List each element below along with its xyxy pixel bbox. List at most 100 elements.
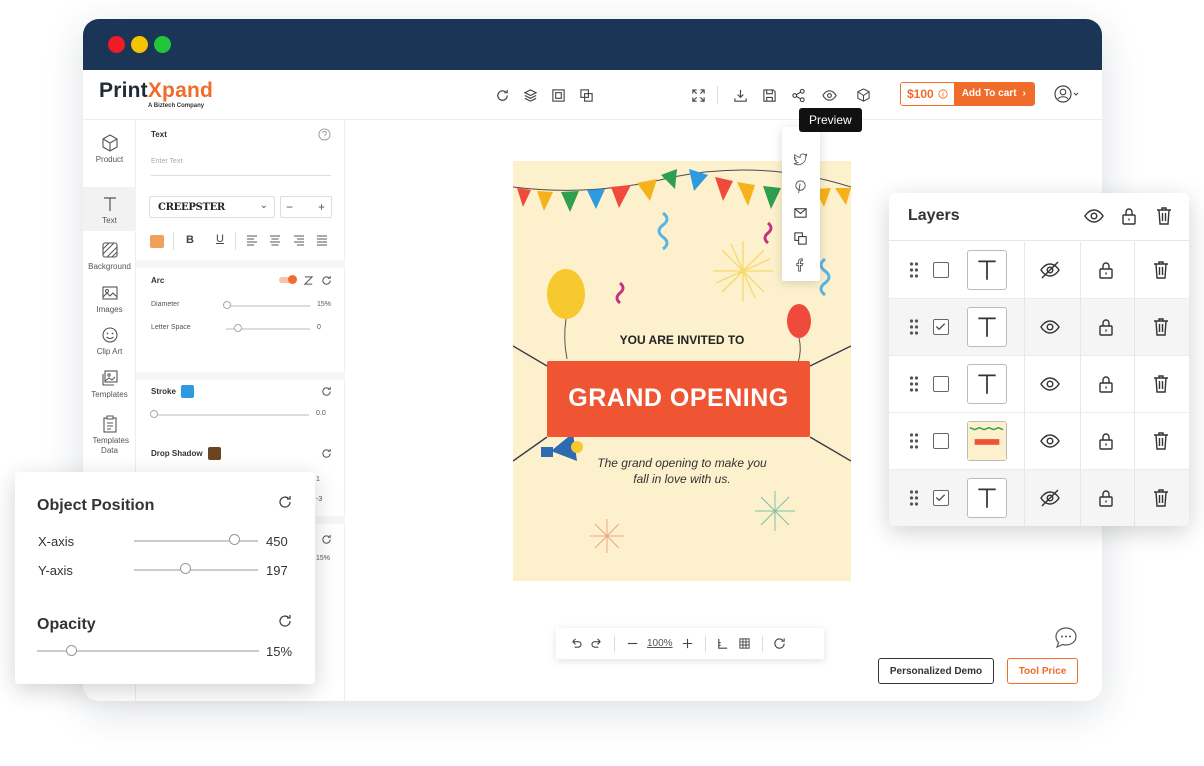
add-to-cart-button[interactable]: Add To cart › <box>953 83 1034 105</box>
zoom-level[interactable]: 100% <box>647 638 673 649</box>
facebook-icon[interactable] <box>793 257 808 272</box>
eye-icon[interactable] <box>1039 373 1061 395</box>
opacity-reset-icon[interactable] <box>321 534 332 545</box>
headline-text[interactable]: GRAND OPENING <box>547 384 810 413</box>
layer-checkbox[interactable] <box>933 262 949 278</box>
y-axis-slider-thumb[interactable] <box>180 563 191 574</box>
x-axis-slider-thumb[interactable] <box>229 534 240 545</box>
layer-row[interactable] <box>889 356 1189 413</box>
shadow-reset-icon[interactable] <box>321 448 332 459</box>
3d-view-icon[interactable] <box>853 85 873 105</box>
eye-icon[interactable] <box>1039 316 1061 338</box>
diameter-slider[interactable] <box>226 305 310 307</box>
layer-checkbox[interactable] <box>933 319 949 335</box>
underline-icon[interactable]: U <box>216 233 224 245</box>
drag-handle-icon[interactable] <box>909 432 919 450</box>
fullscreen-icon[interactable] <box>688 85 708 105</box>
stroke-color-swatch[interactable] <box>181 385 194 398</box>
opacity-slider-thumb[interactable] <box>66 645 77 656</box>
subtext-line-2[interactable]: fall in love with us. <box>513 472 851 486</box>
reset-view-icon[interactable] <box>769 633 791 655</box>
sidebar-item-clip-art[interactable]: Clip Art <box>83 326 136 360</box>
tool-price-button[interactable]: Tool Price <box>1007 658 1078 684</box>
opacity-reset-icon[interactable] <box>277 613 293 629</box>
y-axis-slider[interactable] <box>134 569 258 571</box>
font-size-stepper[interactable]: − + <box>280 196 332 218</box>
undo-icon[interactable] <box>564 633 586 655</box>
align-right-icon[interactable] <box>293 234 305 246</box>
stroke-slider-thumb[interactable] <box>150 410 158 418</box>
user-avatar-icon[interactable] <box>1052 84 1082 104</box>
trash-icon[interactable] <box>1150 487 1172 509</box>
refresh-icon[interactable] <box>492 85 512 105</box>
font-select[interactable]: CREEPSTER ⌄ <box>149 196 275 218</box>
stroke-reset-icon[interactable] <box>321 386 332 397</box>
share-icon[interactable] <box>788 85 808 105</box>
sidebar-item-templates[interactable]: Templates <box>83 369 136 403</box>
text-input[interactable]: Enter Text <box>151 158 331 176</box>
align-justify-icon[interactable] <box>316 234 328 246</box>
sidebar-item-product[interactable]: Product <box>83 134 136 184</box>
invited-text[interactable]: YOU ARE INVITED TO <box>513 333 851 347</box>
text-color-swatch[interactable] <box>150 235 164 248</box>
download-icon[interactable] <box>730 85 750 105</box>
drag-handle-icon[interactable] <box>909 261 919 279</box>
copy-link-icon[interactable] <box>793 231 808 246</box>
close-window-button[interactable] <box>108 36 125 53</box>
lock-icon[interactable] <box>1095 373 1117 395</box>
lock-icon[interactable] <box>1095 430 1117 452</box>
arc-toggle[interactable] <box>279 275 297 284</box>
group-icon[interactable] <box>548 85 568 105</box>
layer-row[interactable] <box>889 242 1189 299</box>
trash-icon[interactable] <box>1150 373 1172 395</box>
flip-icon[interactable] <box>303 275 314 286</box>
bold-icon[interactable]: B <box>186 234 194 246</box>
sidebar-item-text[interactable]: Text <box>83 187 136 231</box>
lock-all-icon[interactable] <box>1118 205 1140 227</box>
eye-off-icon[interactable] <box>1039 259 1061 281</box>
letter-space-slider-thumb[interactable] <box>234 324 242 332</box>
layer-row[interactable] <box>889 413 1189 470</box>
zoom-in-icon[interactable] <box>677 633 699 655</box>
eye-icon[interactable] <box>1039 430 1061 452</box>
drag-handle-icon[interactable] <box>909 318 919 336</box>
arc-reset-icon[interactable] <box>321 275 332 286</box>
show-all-eye-icon[interactable] <box>1083 205 1105 227</box>
decrease-icon[interactable]: − <box>286 200 293 214</box>
trash-icon[interactable] <box>1150 316 1172 338</box>
zoom-out-icon[interactable] <box>621 633 643 655</box>
sidebar-item-templates-data[interactable]: Templates Data <box>83 415 136 459</box>
layer-checkbox[interactable] <box>933 433 949 449</box>
layer-checkbox[interactable] <box>933 376 949 392</box>
pinterest-icon[interactable] <box>793 179 808 194</box>
stroke-slider[interactable] <box>152 414 309 416</box>
align-center-icon[interactable] <box>269 234 281 246</box>
align-left-icon[interactable] <box>246 234 258 246</box>
drag-handle-icon[interactable] <box>909 489 919 507</box>
ungroup-icon[interactable] <box>576 85 596 105</box>
layer-row[interactable] <box>889 299 1189 356</box>
delete-all-icon[interactable] <box>1153 205 1175 227</box>
drag-handle-icon[interactable] <box>909 375 919 393</box>
lock-icon[interactable] <box>1095 487 1117 509</box>
layers-icon[interactable] <box>520 85 540 105</box>
personalized-demo-button[interactable]: Personalized Demo <box>878 658 994 684</box>
help-icon[interactable] <box>318 128 331 141</box>
subtext-line-1[interactable]: The grand opening to make you <box>513 456 851 470</box>
position-reset-icon[interactable] <box>277 494 293 510</box>
email-icon[interactable] <box>793 205 808 220</box>
shadow-color-swatch[interactable] <box>208 447 221 460</box>
preview-eye-icon[interactable] <box>819 85 839 105</box>
eye-off-icon[interactable] <box>1039 487 1061 509</box>
trash-icon[interactable] <box>1150 259 1172 281</box>
sidebar-item-background[interactable]: Background <box>83 241 136 275</box>
save-icon[interactable] <box>759 85 779 105</box>
redo-icon[interactable] <box>586 633 608 655</box>
price-add-to-cart[interactable]: $100 Add To cart › <box>900 82 1035 106</box>
twitter-icon[interactable] <box>793 152 808 167</box>
lock-icon[interactable] <box>1095 316 1117 338</box>
lock-icon[interactable] <box>1095 259 1117 281</box>
sidebar-item-images[interactable]: Images <box>83 284 136 318</box>
layer-checkbox[interactable] <box>933 490 949 506</box>
maximize-window-button[interactable] <box>154 36 171 53</box>
